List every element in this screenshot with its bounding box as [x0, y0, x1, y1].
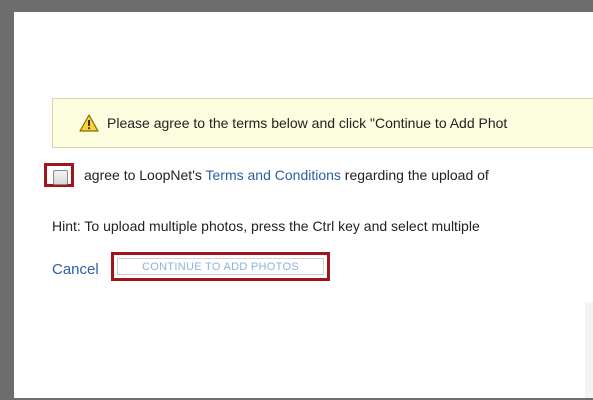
- screenshot-frame: Please agree to the terms below and clic…: [0, 0, 593, 400]
- continue-button-highlight: CONTINUE TO ADD PHOTOS: [111, 252, 330, 281]
- agreement-prefix: agree to LoopNet's: [84, 167, 206, 183]
- upload-hint: Hint: To upload multiple photos, press t…: [52, 218, 480, 234]
- agree-checkbox[interactable]: [53, 170, 68, 185]
- agreement-text: agree to LoopNet's Terms and Conditions …: [84, 167, 489, 183]
- upload-dialog: Please agree to the terms below and clic…: [14, 12, 593, 398]
- warning-notice: Please agree to the terms below and clic…: [52, 98, 593, 148]
- warning-icon: [79, 114, 99, 132]
- terms-and-conditions-link[interactable]: Terms and Conditions: [206, 167, 341, 183]
- continue-to-add-photos-button[interactable]: CONTINUE TO ADD PHOTOS: [117, 258, 324, 275]
- checkbox-highlight: [44, 163, 74, 187]
- cancel-link[interactable]: Cancel: [52, 261, 99, 278]
- agreement-suffix: regarding the upload of: [340, 167, 489, 183]
- right-edge-strip: [585, 302, 593, 398]
- notice-text: Please agree to the terms below and clic…: [107, 115, 508, 131]
